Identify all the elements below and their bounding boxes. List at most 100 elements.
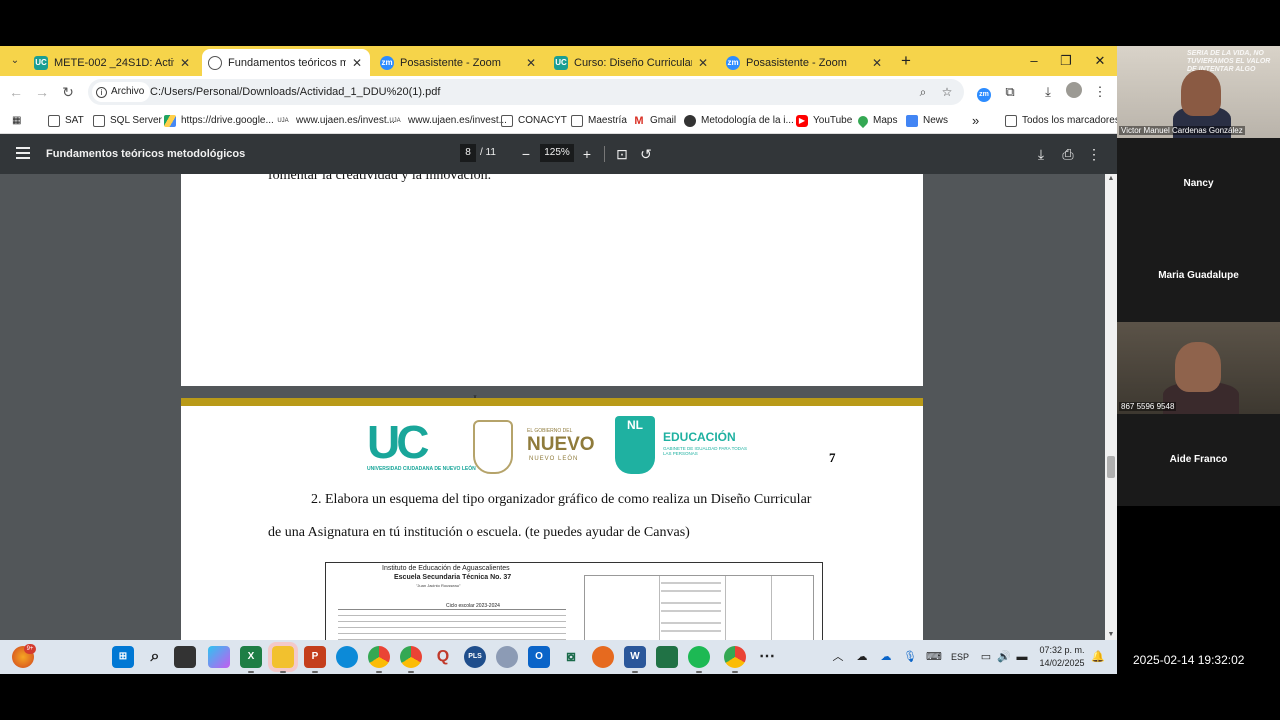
reload-icon[interactable]: ↻ bbox=[58, 82, 78, 102]
close-tab-icon[interactable]: ✕ bbox=[524, 56, 538, 70]
pdf-scrollbar[interactable]: ▲ ▼ bbox=[1105, 174, 1117, 640]
folder-icon bbox=[501, 115, 513, 127]
close-tab-icon[interactable]: ✕ bbox=[696, 56, 710, 70]
print-icon[interactable]: ⎙ bbox=[1058, 144, 1078, 164]
url-text[interactable]: C:/Users/Personal/Downloads/Actividad_1_… bbox=[150, 79, 440, 105]
volume-icon[interactable]: 🔊 bbox=[996, 648, 1012, 666]
menu-dots-icon[interactable]: ⋮ bbox=[1090, 82, 1110, 102]
rotate-icon[interactable]: ↺ bbox=[636, 144, 656, 164]
microphone-icon[interactable]: 🎙 bbox=[902, 648, 918, 666]
tab-fundamentos[interactable]: Fundamentos teóricos metodol ✕ bbox=[202, 49, 370, 76]
firefox-icon[interactable] bbox=[592, 646, 614, 668]
chrome-icon[interactable] bbox=[368, 646, 390, 673]
project-icon[interactable] bbox=[656, 646, 678, 668]
news-icon bbox=[906, 115, 918, 127]
close-tab-icon[interactable]: ✕ bbox=[178, 56, 192, 70]
excel-icon[interactable]: X bbox=[240, 646, 262, 673]
bookmark-sql-server[interactable]: SQL Server bbox=[93, 112, 162, 130]
bookmark-youtube[interactable]: ▶ YouTube bbox=[796, 112, 852, 130]
windows-start-icon[interactable]: ⊞ bbox=[112, 646, 134, 668]
fit-page-icon[interactable]: ⊡ bbox=[612, 144, 632, 164]
scroll-up-icon[interactable]: ▲ bbox=[1105, 174, 1117, 184]
participant-tile[interactable]: Maria Guadalupe bbox=[1117, 230, 1280, 322]
bookmark-star-icon[interactable]: ☆ bbox=[938, 83, 956, 101]
pdf-download-icon[interactable]: ⤓ bbox=[1031, 144, 1051, 164]
tab-curso[interactable]: UC Curso: Diseño Curricular (D) (20 ✕ bbox=[548, 49, 716, 76]
forward-icon[interactable]: → bbox=[32, 82, 52, 102]
tray-chevron-icon[interactable]: ︿ bbox=[830, 648, 846, 666]
back-icon[interactable]: ← bbox=[6, 82, 26, 102]
participant-video[interactable]: 867 5596 9548 bbox=[1117, 322, 1280, 414]
file-explorer-icon[interactable] bbox=[268, 642, 298, 673]
zoom-level-input[interactable]: 125% bbox=[540, 144, 574, 162]
keyboard-icon[interactable]: ⌨ bbox=[926, 648, 942, 666]
zoom-in-icon[interactable]: + bbox=[577, 144, 597, 164]
edge-icon[interactable] bbox=[336, 646, 358, 668]
scrollbar-thumb[interactable] bbox=[1107, 456, 1115, 478]
uc-logo-subtitle: UNIVERSIDAD CIUDADANA DE NUEVO LEÓN bbox=[367, 466, 476, 472]
profile-avatar-icon[interactable] bbox=[1064, 82, 1084, 102]
spotify-icon[interactable] bbox=[688, 646, 710, 673]
more-apps-icon[interactable]: ⋯ bbox=[756, 646, 778, 668]
restore-icon[interactable]: ❐ bbox=[1050, 46, 1082, 76]
notification-badge: 9+ bbox=[24, 644, 36, 654]
bookmark-news[interactable]: News bbox=[906, 112, 948, 130]
all-bookmarks[interactable]: Todos los marcadores bbox=[1005, 112, 1117, 130]
close-tab-icon[interactable]: ✕ bbox=[870, 56, 884, 70]
taskbar-clock[interactable]: 07:32 p. m. 14/02/2025 bbox=[1034, 644, 1090, 670]
download-icon[interactable]: ⤓ bbox=[1038, 82, 1058, 102]
page-number-input[interactable]: 8 bbox=[460, 144, 476, 162]
bookmark-drive[interactable]: https://drive.google... bbox=[164, 112, 274, 130]
zoom-out-icon[interactable]: − bbox=[516, 144, 536, 164]
close-window-icon[interactable]: ✕ bbox=[1084, 46, 1116, 76]
copilot-icon[interactable] bbox=[208, 646, 230, 668]
participant-tile[interactable]: Nancy bbox=[1117, 138, 1280, 230]
chrome-active-icon[interactable] bbox=[724, 646, 746, 673]
file-chip[interactable]: i Archivo bbox=[92, 82, 151, 102]
notifications-bell-icon[interactable]: 🔔 bbox=[1090, 648, 1106, 666]
tab-search-icon[interactable]: ⌄ bbox=[6, 52, 24, 70]
battery-icon[interactable]: ▬ bbox=[1014, 648, 1030, 666]
bookmark-conacyt[interactable]: CONACYT bbox=[501, 112, 567, 130]
bookmark-sat[interactable]: SAT bbox=[48, 112, 84, 130]
chrome-profile-icon[interactable] bbox=[400, 646, 422, 673]
network-icon[interactable]: ▭ bbox=[978, 648, 994, 666]
pdf-viewer[interactable]: fomentar la creatividad y la innovación.… bbox=[0, 174, 1105, 640]
zoom-extension-icon[interactable]: zm bbox=[974, 82, 994, 102]
zoom-lens-icon[interactable]: ⌕ bbox=[914, 83, 932, 101]
address-bar[interactable]: i Archivo C:/Users/Personal/Downloads/Ac… bbox=[88, 79, 964, 105]
tab-zoom-2[interactable]: zm Posasistente - Zoom ✕ bbox=[720, 49, 890, 76]
search-icon[interactable]: ⌕ bbox=[144, 646, 166, 668]
tray-sync-icon[interactable]: ☁ bbox=[854, 648, 870, 666]
bookmark-maestria[interactable]: Maestría bbox=[571, 112, 627, 130]
extensions-icon[interactable]: ⧉ bbox=[1000, 82, 1020, 102]
language-indicator[interactable]: ESP bbox=[948, 648, 972, 666]
powerpoint-icon[interactable]: P bbox=[304, 646, 326, 673]
app-globe-icon[interactable] bbox=[496, 646, 518, 668]
app-q-icon[interactable]: Q bbox=[432, 646, 454, 668]
tab-zoom-1[interactable]: zm Posasistente - Zoom ✕ bbox=[374, 49, 544, 76]
onedrive-icon[interactable]: ☁ bbox=[878, 648, 894, 666]
scroll-down-icon[interactable]: ▼ bbox=[1105, 630, 1117, 640]
pls-icon[interactable]: PLS bbox=[464, 646, 486, 668]
word-icon[interactable]: W bbox=[624, 646, 646, 673]
outlook-icon[interactable]: O bbox=[528, 646, 550, 668]
network-diagram-icon[interactable]: ⧇ bbox=[560, 646, 582, 668]
minimize-icon[interactable]: – bbox=[1018, 46, 1050, 76]
pdf-more-icon[interactable]: ⋮ bbox=[1084, 144, 1104, 164]
apps-grid-icon[interactable]: ▦ bbox=[12, 112, 21, 130]
bookmark-ujaen-2[interactable]: UJA www.ujaen.es/invest... bbox=[387, 112, 507, 130]
tab-mete-002[interactable]: UC METE-002 _24S1D: Actividad 2 ✕ bbox=[28, 49, 198, 76]
bookmark-ujaen-1[interactable]: UJA www.ujaen.es/invest... bbox=[275, 112, 395, 130]
participant-video[interactable]: SERIA DE LA VIDA, NO TUVIERAMOS EL VALOR… bbox=[1117, 46, 1280, 138]
new-tab-button[interactable]: + bbox=[890, 46, 922, 76]
participant-tile[interactable]: Aide Franco bbox=[1117, 414, 1280, 506]
bookmark-maps[interactable]: Maps bbox=[855, 112, 897, 130]
header-logos: UC UNIVERSIDAD CIUDADANA DE NUEVO LEÓN E… bbox=[367, 414, 747, 480]
bookmark-gmail[interactable]: M Gmail bbox=[633, 112, 676, 130]
bookmark-metodologia[interactable]: Metodología de la i... bbox=[684, 112, 794, 130]
close-tab-icon[interactable]: ✕ bbox=[350, 56, 364, 70]
task-view-icon[interactable] bbox=[174, 646, 196, 668]
bookmarks-overflow-icon[interactable]: » bbox=[972, 112, 979, 130]
pdf-menu-icon[interactable] bbox=[16, 147, 30, 159]
